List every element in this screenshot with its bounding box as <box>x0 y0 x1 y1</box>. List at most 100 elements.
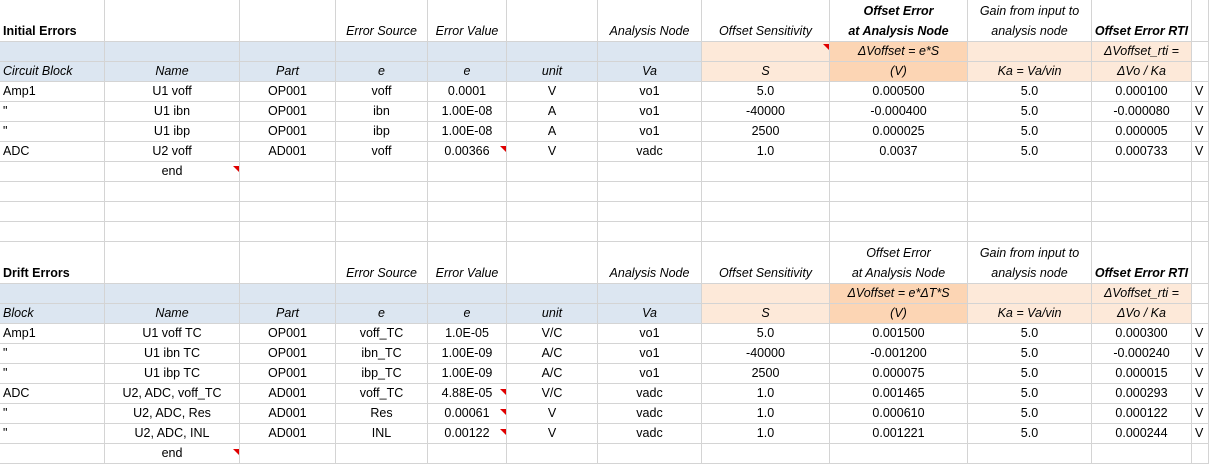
cell-s1-r6-c8[interactable]: 0.001465 <box>830 384 968 404</box>
comment-indicator-icon[interactable] <box>823 44 829 50</box>
cell-s1-r4-c2[interactable]: OP001 <box>240 344 336 364</box>
cell-s0-r2-c9[interactable]: Ka = Va/vin <box>968 62 1092 82</box>
cell-s1-r8-c5[interactable]: V <box>507 424 598 444</box>
cell-s0-r5-c11[interactable]: V <box>1192 122 1209 142</box>
cell-s1-r9-c10[interactable] <box>1092 444 1192 464</box>
comment-indicator-icon[interactable] <box>233 449 239 455</box>
cell-s0-r5-c4[interactable]: 1.00E-08 <box>428 122 507 142</box>
cell-s1-r7-c5[interactable]: V <box>507 404 598 424</box>
cell-s1-r7-c1[interactable]: U2, ADC, Res <box>105 404 240 424</box>
cell-spacer-0-c11[interactable] <box>1192 182 1209 202</box>
cell-s0-r7-c3[interactable] <box>336 162 428 182</box>
cell-s0-r2-c10[interactable]: ΔVo / Ka <box>1092 62 1192 82</box>
cell-s0-r0-c9[interactable]: Gain from input to analysis node <box>968 0 1092 42</box>
cell-s1-r8-c2[interactable]: AD001 <box>240 424 336 444</box>
cell-s1-r5-c3[interactable]: ibp_TC <box>336 364 428 384</box>
cell-spacer-1-c2[interactable] <box>240 202 336 222</box>
cell-s0-r0-c10[interactable]: Offset Error RTI <box>1092 0 1192 42</box>
cell-s0-r4-c7[interactable]: -40000 <box>702 102 830 122</box>
cell-s0-r1-c4[interactable] <box>428 42 507 62</box>
cell-s0-r6-c11[interactable]: V <box>1192 142 1209 162</box>
cell-s1-r4-c11[interactable]: V <box>1192 344 1209 364</box>
cell-spacer-1-c8[interactable] <box>830 202 968 222</box>
cell-s1-r7-c10[interactable]: 0.000122 <box>1092 404 1192 424</box>
cell-s1-r7-c4[interactable]: 0.00061 <box>428 404 507 424</box>
cell-s0-r7-c2[interactable] <box>240 162 336 182</box>
cell-s1-r7-c0[interactable]: " <box>0 404 105 424</box>
cell-s1-r6-c9[interactable]: 5.0 <box>968 384 1092 404</box>
cell-s1-r2-c7[interactable]: S <box>702 304 830 324</box>
cell-s0-r3-c7[interactable]: 5.0 <box>702 82 830 102</box>
cell-s0-r2-c6[interactable]: Va <box>598 62 702 82</box>
cell-s1-r5-c6[interactable]: vo1 <box>598 364 702 384</box>
cell-s1-r6-c5[interactable]: V/C <box>507 384 598 404</box>
cell-s1-r7-c6[interactable]: vadc <box>598 404 702 424</box>
cell-s1-r8-c10[interactable]: 0.000244 <box>1092 424 1192 444</box>
cell-spacer-0-c5[interactable] <box>507 182 598 202</box>
cell-s0-r1-c6[interactable] <box>598 42 702 62</box>
cell-s1-r5-c9[interactable]: 5.0 <box>968 364 1092 384</box>
cell-spacer-1-c7[interactable] <box>702 202 830 222</box>
cell-s0-r5-c10[interactable]: 0.000005 <box>1092 122 1192 142</box>
cell-s1-r4-c9[interactable]: 5.0 <box>968 344 1092 364</box>
cell-s0-r7-c8[interactable] <box>830 162 968 182</box>
cell-s1-r0-c0[interactable]: Drift Errors <box>0 242 105 284</box>
cell-spacer-2-c10[interactable] <box>1092 222 1192 242</box>
cell-s0-r7-c0[interactable] <box>0 162 105 182</box>
cell-s1-r9-c11[interactable] <box>1192 444 1209 464</box>
cell-s0-r1-c11[interactable] <box>1192 42 1209 62</box>
cell-s0-r1-c10[interactable]: ΔVoffset_rti = <box>1092 42 1192 62</box>
cell-spacer-2-c8[interactable] <box>830 222 968 242</box>
cell-s0-r7-c11[interactable] <box>1192 162 1209 182</box>
cell-s1-r4-c6[interactable]: vo1 <box>598 344 702 364</box>
cell-s0-r5-c9[interactable]: 5.0 <box>968 122 1092 142</box>
cell-spacer-1-c0[interactable] <box>0 202 105 222</box>
cell-s1-r4-c3[interactable]: ibn_TC <box>336 344 428 364</box>
cell-s1-r1-c9[interactable] <box>968 284 1092 304</box>
cell-s1-r3-c6[interactable]: vo1 <box>598 324 702 344</box>
cell-spacer-1-c3[interactable] <box>336 202 428 222</box>
comment-indicator-icon[interactable] <box>500 429 506 435</box>
cell-s1-r0-c6[interactable]: Analysis Node <box>598 242 702 284</box>
cell-s1-r1-c5[interactable] <box>507 284 598 304</box>
cell-s0-r6-c5[interactable]: V <box>507 142 598 162</box>
cell-s1-r8-c6[interactable]: vadc <box>598 424 702 444</box>
cell-spacer-2-c7[interactable] <box>702 222 830 242</box>
cell-s1-r1-c2[interactable] <box>240 284 336 304</box>
cell-s1-r2-c2[interactable]: Part <box>240 304 336 324</box>
cell-s0-r5-c7[interactable]: 2500 <box>702 122 830 142</box>
cell-s1-r9-c1[interactable]: end <box>105 444 240 464</box>
cell-s0-r3-c8[interactable]: 0.000500 <box>830 82 968 102</box>
cell-s1-r6-c1[interactable]: U2, ADC, voff_TC <box>105 384 240 404</box>
cell-s0-r6-c9[interactable]: 5.0 <box>968 142 1092 162</box>
cell-s0-r3-c0[interactable]: Amp1 <box>0 82 105 102</box>
cell-s1-r0-c9[interactable]: Gain from input to analysis node <box>968 242 1092 284</box>
cell-spacer-0-c3[interactable] <box>336 182 428 202</box>
cell-s1-r6-c11[interactable]: V <box>1192 384 1209 404</box>
cell-s0-r0-c7[interactable]: Offset Sensitivity <box>702 0 830 42</box>
cell-s1-r9-c8[interactable] <box>830 444 968 464</box>
cell-s1-r4-c4[interactable]: 1.00E-09 <box>428 344 507 364</box>
cell-spacer-2-c11[interactable] <box>1192 222 1209 242</box>
cell-s0-r0-c4[interactable]: Error Value <box>428 0 507 42</box>
cell-s0-r3-c3[interactable]: voff <box>336 82 428 102</box>
cell-s1-r1-c1[interactable] <box>105 284 240 304</box>
cell-s1-r2-c4[interactable]: e <box>428 304 507 324</box>
cell-s1-r5-c0[interactable]: " <box>0 364 105 384</box>
cell-s1-r0-c11[interactable] <box>1192 242 1209 284</box>
cell-s1-r9-c9[interactable] <box>968 444 1092 464</box>
cell-spacer-2-c2[interactable] <box>240 222 336 242</box>
cell-s0-r4-c1[interactable]: U1 ibn <box>105 102 240 122</box>
cell-s0-r4-c4[interactable]: 1.00E-08 <box>428 102 507 122</box>
cell-s1-r5-c5[interactable]: A/C <box>507 364 598 384</box>
cell-s0-r3-c2[interactable]: OP001 <box>240 82 336 102</box>
cell-s0-r4-c3[interactable]: ibn <box>336 102 428 122</box>
cell-spacer-0-c1[interactable] <box>105 182 240 202</box>
cell-spacer-1-c9[interactable] <box>968 202 1092 222</box>
cell-s1-r9-c0[interactable] <box>0 444 105 464</box>
cell-spacer-1-c4[interactable] <box>428 202 507 222</box>
cell-s0-r3-c6[interactable]: vo1 <box>598 82 702 102</box>
cell-s1-r7-c9[interactable]: 5.0 <box>968 404 1092 424</box>
cell-spacer-1-c5[interactable] <box>507 202 598 222</box>
cell-s0-r6-c3[interactable]: voff <box>336 142 428 162</box>
